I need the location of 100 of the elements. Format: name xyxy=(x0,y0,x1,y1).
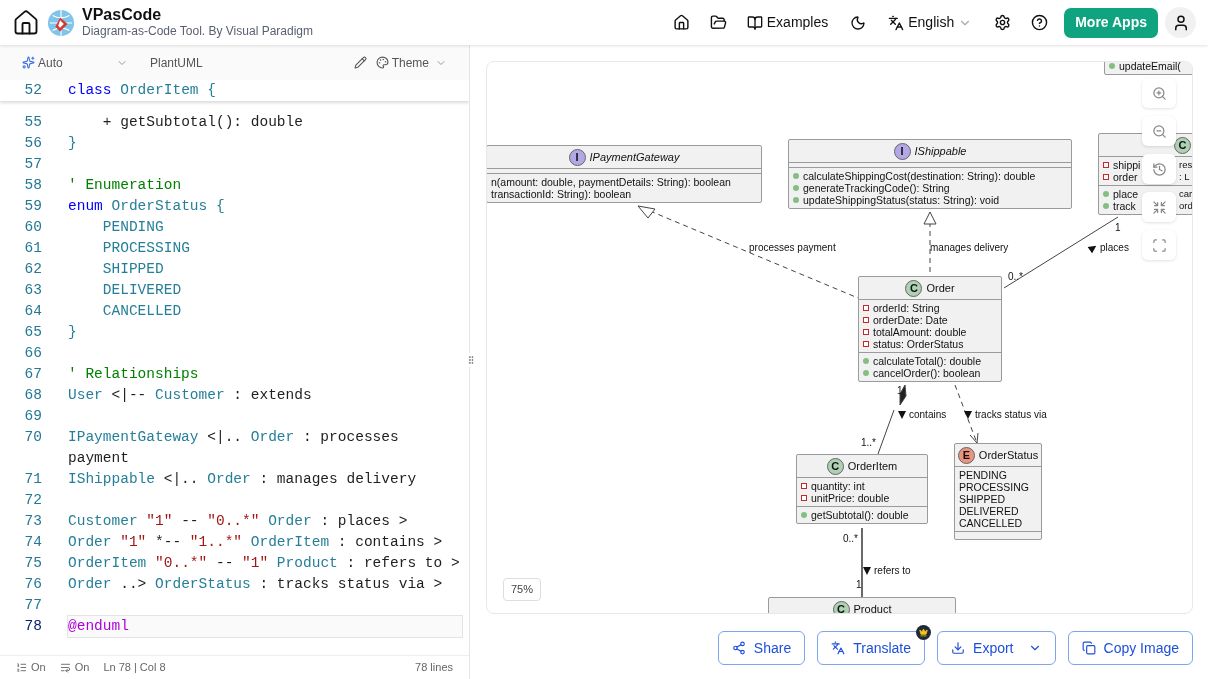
class-type-badge: I xyxy=(568,148,586,166)
line-number: 71 xyxy=(23,470,43,489)
line-number: 74 xyxy=(23,533,43,552)
theme-selector[interactable]: Theme xyxy=(375,53,447,72)
code-line: SHIPPED xyxy=(101,260,165,279)
field-text: order xyxy=(1113,171,1138,183)
code-line: + getSubtotal(): double xyxy=(101,113,304,132)
share-button[interactable]: Share xyxy=(717,631,806,665)
zoom-in-button[interactable] xyxy=(1142,78,1176,108)
fit-view-button[interactable] xyxy=(1142,192,1176,222)
class-type-badge: C xyxy=(832,600,850,613)
method-text: calculateTotal(): double xyxy=(873,355,981,367)
method-text: car xyxy=(1179,188,1192,200)
line-number: 64 xyxy=(23,302,43,321)
copy-button[interactable]: Copy Image xyxy=(1067,631,1193,665)
field-text: shippi xyxy=(1113,159,1141,171)
relation-label: contains xyxy=(909,408,947,422)
line-number: 57 xyxy=(23,155,43,174)
class-name: Product xyxy=(853,603,892,613)
line-number: 75 xyxy=(23,554,43,573)
settings-icon[interactable] xyxy=(994,14,1012,31)
code-line: User <|-- Customer : extends xyxy=(68,386,313,405)
line-count: 78 lines xyxy=(415,660,453,676)
line-number: 66 xyxy=(23,344,43,363)
line-number: 59 xyxy=(23,197,43,216)
code-line: DELIVERED xyxy=(101,281,183,300)
class-name: OrderStatus xyxy=(978,449,1039,461)
syntax-label: PlantUML xyxy=(150,54,203,72)
help-icon[interactable] xyxy=(1031,14,1049,31)
line-numbers-toggle[interactable]: On xyxy=(16,659,46,676)
line-number: 72 xyxy=(23,491,43,510)
enum-value: PROCESSING xyxy=(959,481,1029,493)
method-text: ord xyxy=(1179,200,1192,212)
word-wrap-toggle[interactable]: On xyxy=(59,659,90,676)
method-text: calculateShippingCost(destination: String): double xyxy=(803,170,1036,182)
examples-link[interactable]: Examples xyxy=(746,12,829,33)
zoom-out-icon xyxy=(1151,123,1167,139)
share-icon xyxy=(731,641,746,655)
mode-selector[interactable]: Auto xyxy=(22,53,128,72)
line-number: 63 xyxy=(23,281,43,300)
history-icon xyxy=(1151,161,1167,177)
line-number: 68 xyxy=(23,386,43,405)
line-number: 61 xyxy=(23,239,43,258)
zoom-out-button[interactable] xyxy=(1142,116,1176,146)
enum-value: CANCELLED xyxy=(959,517,1023,529)
folder-icon[interactable] xyxy=(709,14,727,31)
field-text: res xyxy=(1179,159,1192,171)
numbered-list-icon xyxy=(16,662,27,673)
enum-value: PENDING xyxy=(959,469,1007,481)
download-icon xyxy=(951,641,966,655)
app-tagline: Diagram-as-Code Tool. By Visual Paradigm xyxy=(82,22,313,39)
code-line: } xyxy=(68,323,78,342)
line-number: 60 xyxy=(23,218,43,237)
line-number: 67 xyxy=(23,365,43,384)
line-number: 77 xyxy=(23,596,43,615)
fullscreen-icon xyxy=(1151,237,1167,253)
field-text: : L xyxy=(1179,171,1191,183)
resize-handle-icon[interactable] xyxy=(466,353,476,367)
method-text: track xyxy=(1113,200,1136,212)
code-line: PROCESSING xyxy=(101,239,191,258)
code-line: class OrderItem { xyxy=(67,81,216,100)
code-line: ' Relationships xyxy=(68,365,200,384)
multiplicity-label: 1 xyxy=(856,579,862,590)
line-number: 76 xyxy=(23,575,43,594)
cursor-position: Ln 78 | Col 8 xyxy=(103,660,166,676)
reset-view-button[interactable] xyxy=(1142,154,1176,184)
method-text: getSubtotal(): double xyxy=(811,509,909,521)
method-text: cancelOrder(): boolean xyxy=(873,367,981,379)
enum-value: SHIPPED xyxy=(959,493,1006,505)
class-name: OrderItem xyxy=(847,460,898,472)
class-type-badge: I xyxy=(893,142,911,160)
line-number: 55 xyxy=(23,113,43,132)
relation-label: manages delivery xyxy=(930,241,1009,255)
line-number: 78 xyxy=(23,617,43,636)
class-name: IShippable xyxy=(914,145,967,157)
translate-icon xyxy=(888,14,905,31)
class-name: IPaymentGateway xyxy=(589,151,680,163)
code-line: enum OrderStatus { xyxy=(68,197,226,216)
line-number: 52 xyxy=(23,81,43,100)
sparkle-icon xyxy=(22,56,35,69)
line-number: 70 xyxy=(23,428,43,447)
line-number: 65 xyxy=(23,323,43,342)
code-line: IShippable <|.. Order : manages delivery xyxy=(68,470,418,489)
method-text: place xyxy=(1113,188,1139,200)
user-avatar[interactable] xyxy=(1165,7,1196,38)
home-icon[interactable] xyxy=(672,14,690,31)
class-type-badge: C xyxy=(1174,136,1191,154)
field-text: orderId: String xyxy=(873,302,940,314)
field-text: status: OrderStatus xyxy=(873,338,964,350)
book-icon xyxy=(746,14,763,31)
field-text: totalAmount: double xyxy=(873,326,967,338)
relation-label: refers to xyxy=(874,564,911,578)
moon-icon[interactable] xyxy=(850,14,867,31)
code-line: Customer "1" -- "0..*" Order : places > xyxy=(68,512,409,531)
app-title: VPasCode xyxy=(82,6,163,23)
field-text: quantity: int xyxy=(811,480,865,492)
language-selector[interactable]: English xyxy=(888,12,973,33)
home-icon[interactable] xyxy=(12,8,40,37)
method-text: n(amount: double, paymentDetails: String): boolean xyxy=(491,176,731,188)
export-button[interactable]: Export xyxy=(937,631,1056,665)
